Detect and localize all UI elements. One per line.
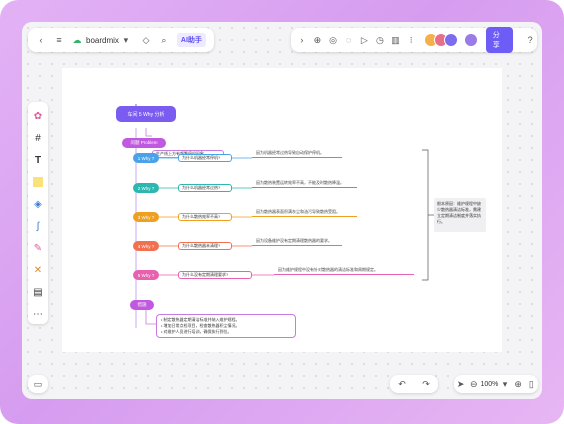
zoom-dropdown-icon[interactable]: ▾ [498,377,511,391]
app-frame: ‹ ≡ ☁ boardmix ▾ ◇ ⌕ AI助手 › ⊕ ◎ ◌ ▷ ◷ ▥ … [0,0,564,424]
menu-icon[interactable]: ≡ [52,33,66,47]
undo-icon[interactable]: ↶ [395,377,409,391]
root-node[interactable]: 车间 5 Why 分析 [116,106,176,122]
mindmap-board[interactable]: 车间 5 Why 分析 问题 Problem 生产线上方有频繁停机现象 1 Wh… [62,68,502,352]
why-node-1[interactable]: 1 Why ? [133,153,159,163]
why-answer-underline-2 [252,187,357,188]
timer-icon[interactable]: ◷ [373,33,387,47]
why-answer-underline-1 [252,157,342,158]
why-question-5[interactable]: 为什么没有定期清理要求? [178,271,252,279]
why-question-4[interactable]: 为什么散热器未清理? [178,242,232,250]
pen-icon[interactable]: ✎ [30,240,46,256]
root-cause-summary[interactable]: 根本原因：维护规程中缺少散热器清洁标准，需建立定期清洁制度并落实执行。 [434,198,486,232]
why-question-1[interactable]: 为什么机器经常停机? [178,154,232,162]
top-left-toolbar: ‹ ≡ ☁ boardmix ▾ ◇ ⌕ AI助手 [28,28,214,52]
app-name[interactable]: boardmix [86,36,119,45]
solution-list[interactable]: 制定散热器定期清洁标准并纳入维护规程。 增加日常点检项目，检查散热器积尘情况。 … [156,314,296,338]
top-right-toolbar: › ⊕ ◎ ◌ ▷ ◷ ▥ ⁝ 分享 ? [291,27,537,53]
connector-icon[interactable]: ∫ [30,218,46,234]
why-node-2[interactable]: 2 Why ? [133,183,159,193]
sticky-note-icon[interactable] [30,174,46,190]
collaborator-avatars[interactable] [424,33,458,47]
why-question-2[interactable]: 为什么机器经常过热? [178,184,232,192]
boardmix-logo-icon: ☁ [72,34,82,45]
minimap-icon: ▭ [33,378,43,389]
why-node-3[interactable]: 3 Why ? [133,212,159,222]
mindmap-icon[interactable]: ✕ [30,262,46,278]
back-chevron-icon[interactable]: ‹ [34,33,48,47]
help-icon[interactable]: ? [523,33,537,47]
zoom-in-icon[interactable]: ⊕ [512,377,525,391]
collapse-icon[interactable]: › [295,33,309,47]
list-item: 对维护人员进行培训，确保执行到位。 [161,329,291,335]
chevron-down-icon[interactable]: ▾ [119,33,133,47]
search-icon[interactable]: ⌕ [157,33,171,47]
comment-icon[interactable]: ◌ [342,33,356,47]
play-icon[interactable]: ▷ [358,33,372,47]
text-icon[interactable]: T [30,152,46,168]
table-icon[interactable]: ▤ [30,284,46,300]
why-question-3[interactable]: 为什么散热效率不高? [178,213,232,221]
solution-node[interactable]: 措施 [130,300,154,310]
zoom-out-icon[interactable]: ⊖ [467,377,480,391]
why-answer-underline-4 [252,245,342,246]
add-icon[interactable]: ⊕ [311,33,325,47]
tag-icon[interactable]: ◇ [139,33,153,47]
more-icon[interactable]: ⁝ [404,33,418,47]
why-answer-3[interactable]: 因为散热器表面积满灰尘和油污导致散热受阻。 [256,209,340,215]
history-controls: ↶ ↷ [390,375,438,393]
why-answer-underline-3 [252,216,357,217]
more-tools-icon[interactable]: ⋯ [30,306,46,322]
redo-icon[interactable]: ↷ [419,377,433,391]
why-answer-5[interactable]: 因为维护规程中没有针对散热器的清洁标准和周期规定。 [278,267,378,273]
share-button[interactable]: 分享 [485,27,514,53]
select-cursor-icon[interactable]: ➤ [454,377,467,391]
zoom-level[interactable]: 100% [480,381,498,388]
why-answer-4[interactable]: 因为设备维护没有定期清理散热器的要求。 [256,238,332,244]
tool-sidebar: ✿ # T ◈ ∫ ✎ ✕ ▤ ⋯ [28,102,48,324]
why-answer-underline-5 [274,274,414,275]
why-answer-1[interactable]: 因为机器经常过热导致自动保护停机。 [256,150,324,156]
ai-assistant-button[interactable]: AI助手 [176,33,206,47]
why-node-5[interactable]: 5 Why ? [133,270,159,280]
shape-icon[interactable]: ◈ [30,196,46,212]
problem-node[interactable]: 问题 Problem [122,138,166,148]
minimap-button[interactable]: ▭ [28,375,48,393]
zoom-controls: ➤ ⊖ 100% ▾ ⊕ ▯ [454,375,538,393]
why-answer-2[interactable]: 因为散热装置运转效率不高，不能及时散热降温。 [256,180,344,186]
avatar [444,33,458,47]
templates-icon[interactable]: ✿ [30,108,46,124]
library-icon[interactable]: ▥ [389,33,403,47]
why-node-4[interactable]: 4 Why ? [133,241,159,251]
book-icon[interactable]: ▯ [525,377,538,391]
style-icon[interactable]: ◎ [326,33,340,47]
user-avatar[interactable] [464,33,478,47]
frame-icon[interactable]: # [30,130,46,146]
app-window: ‹ ≡ ☁ boardmix ▾ ◇ ⌕ AI助手 › ⊕ ◎ ◌ ▷ ◷ ▥ … [22,22,542,399]
